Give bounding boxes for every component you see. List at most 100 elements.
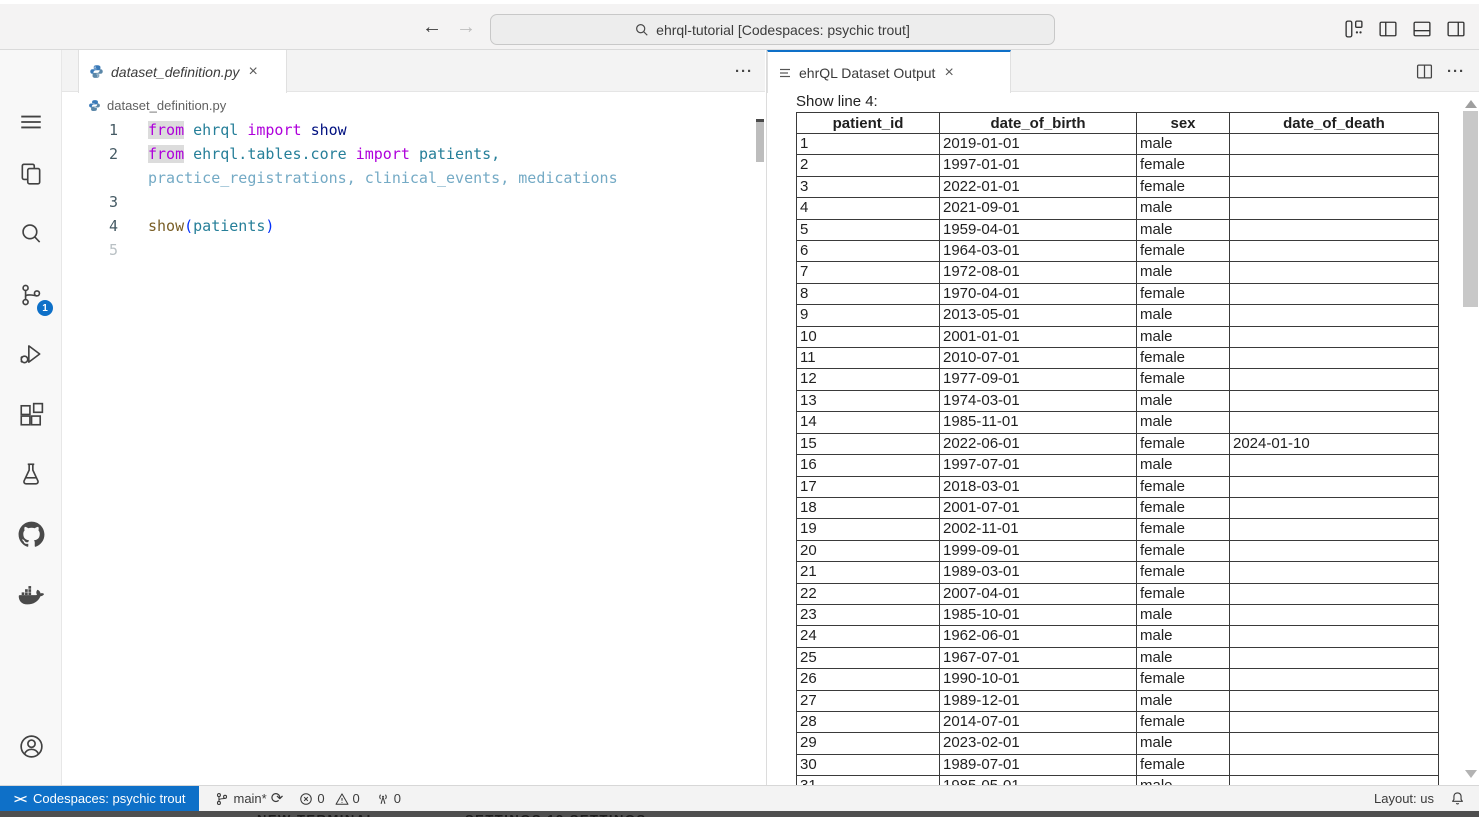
branch-status-item[interactable]: main* ⟳ [215, 791, 283, 806]
table-row: 192002-11-01female [797, 519, 1439, 540]
table-cell [1230, 562, 1439, 583]
table-cell [1230, 283, 1439, 304]
table-cell [1230, 134, 1439, 155]
scroll-down-arrow-icon[interactable] [1465, 770, 1477, 778]
webview-scrollbar[interactable] [1463, 111, 1478, 307]
column-header: sex [1137, 113, 1230, 134]
code-line: practice_registrations, clinical_events,… [62, 166, 765, 190]
command-center-label: ehrql-tutorial [Codespaces: psychic trou… [656, 22, 910, 38]
table-cell: 7 [797, 262, 940, 283]
table-cell: male [1137, 647, 1230, 668]
table-cell: 28 [797, 711, 940, 732]
table-cell: 1985-10-01 [940, 604, 1137, 625]
table-cell: male [1137, 626, 1230, 647]
table-cell: 6 [797, 241, 940, 262]
clipped-text-left: NEW TERMINAL [257, 812, 376, 817]
tab-dataset-definition[interactable]: dataset_definition.py × [78, 50, 287, 93]
run-and-debug-icon[interactable] [15, 338, 47, 370]
table-row: 201999-09-01female [797, 540, 1439, 561]
problems-status-item[interactable]: 0 0 [299, 791, 359, 806]
table-cell: 2022-06-01 [940, 433, 1137, 454]
split-editor-icon[interactable] [1416, 63, 1433, 80]
tab-ehrql-dataset-output[interactable]: ehrQL Dataset Output × [767, 50, 1011, 93]
table-cell [1230, 604, 1439, 625]
table-cell: 1972-08-01 [940, 262, 1137, 283]
source-control-icon[interactable]: 1 [15, 279, 47, 311]
github-icon[interactable] [15, 518, 47, 550]
table-row: 292023-02-01male [797, 733, 1439, 754]
line-number: 2 [62, 142, 118, 166]
table-cell: male [1137, 776, 1230, 785]
table-cell [1230, 155, 1439, 176]
table-cell: female [1137, 283, 1230, 304]
table-cell: 1989-07-01 [940, 754, 1137, 775]
menu-icon[interactable] [15, 106, 47, 138]
docker-icon[interactable] [15, 578, 47, 610]
table-cell: 10 [797, 326, 940, 347]
toggle-secondary-sidebar-icon[interactable] [1445, 18, 1467, 40]
table-cell: male [1137, 412, 1230, 433]
table-cell: female [1137, 519, 1230, 540]
table-cell [1230, 390, 1439, 411]
table-cell: 25 [797, 647, 940, 668]
breadcrumb[interactable]: dataset_definition.py [62, 92, 765, 118]
table-cell: male [1137, 604, 1230, 625]
layout-status-item[interactable]: Layout: us [1374, 791, 1434, 806]
activity-bar: 1 [0, 50, 62, 785]
error-count: 0 [317, 791, 324, 806]
table-cell: 30 [797, 754, 940, 775]
table-cell [1230, 262, 1439, 283]
close-icon[interactable]: × [246, 64, 259, 80]
close-icon[interactable]: × [942, 65, 955, 81]
sync-icon: ⟳ [271, 792, 284, 806]
toggle-sidebar-icon[interactable] [1377, 18, 1399, 40]
scroll-up-arrow-icon[interactable] [1465, 100, 1477, 108]
nav-back-icon[interactable]: ← [422, 16, 442, 39]
table-row: 112010-07-01female [797, 348, 1439, 369]
table-cell: female [1137, 176, 1230, 197]
column-header: patient_id [797, 113, 940, 134]
table-cell: 24 [797, 626, 940, 647]
table-cell: 1959-04-01 [940, 219, 1137, 240]
output-heading: Show line 4: [796, 92, 878, 112]
table-cell [1230, 412, 1439, 433]
table-cell: 17 [797, 476, 940, 497]
explorer-icon[interactable] [15, 158, 47, 190]
panel-more-actions-icon[interactable]: ··· [1447, 63, 1465, 80]
remote-icon: >< [14, 792, 26, 806]
toggle-panel-icon[interactable] [1411, 18, 1433, 40]
table-row: 71972-08-01male [797, 262, 1439, 283]
column-header: date_of_birth [940, 113, 1137, 134]
scm-badge: 1 [37, 300, 53, 316]
search-sidebar-icon[interactable] [15, 218, 47, 250]
table-cell [1230, 348, 1439, 369]
command-center-search[interactable]: ehrql-tutorial [Codespaces: psychic trou… [490, 14, 1055, 45]
nav-forward-icon[interactable]: → [456, 16, 476, 39]
editor-more-actions-icon[interactable]: ··· [735, 63, 753, 80]
notifications-bell-icon[interactable] [1450, 791, 1465, 806]
table-cell: 19 [797, 519, 940, 540]
table-row: 172018-03-01female [797, 476, 1439, 497]
remote-indicator[interactable]: >< Codespaces: psychic trout [0, 786, 199, 811]
table-cell: female [1137, 540, 1230, 561]
dataset-table: patient_iddate_of_birthsexdate_of_death … [796, 112, 1439, 785]
breadcrumb-item[interactable]: dataset_definition.py [107, 98, 226, 113]
table-cell: male [1137, 326, 1230, 347]
ports-status-item[interactable]: 0 [376, 791, 401, 806]
table-cell: 14 [797, 412, 940, 433]
extensions-icon[interactable] [15, 399, 47, 431]
table-row: 231985-10-01male [797, 604, 1439, 625]
table-cell: female [1137, 348, 1230, 369]
customize-layout-icon[interactable] [1343, 18, 1365, 40]
editor-scrollbar[interactable] [756, 122, 764, 162]
testing-flask-icon[interactable] [15, 458, 47, 490]
table-cell: 9 [797, 305, 940, 326]
status-bar: >< Codespaces: psychic trout main* ⟳ 0 [0, 785, 1479, 811]
table-cell: 2001-01-01 [940, 326, 1137, 347]
code-editor[interactable]: 1from ehrql import show2from ehrql.table… [62, 118, 765, 785]
table-cell: male [1137, 262, 1230, 283]
account-icon[interactable] [15, 730, 47, 762]
table-cell: 1985-11-01 [940, 412, 1137, 433]
clipped-text-right: SETTINGS 12 SETTINGS [465, 812, 647, 817]
table-row: 251967-07-01male [797, 647, 1439, 668]
